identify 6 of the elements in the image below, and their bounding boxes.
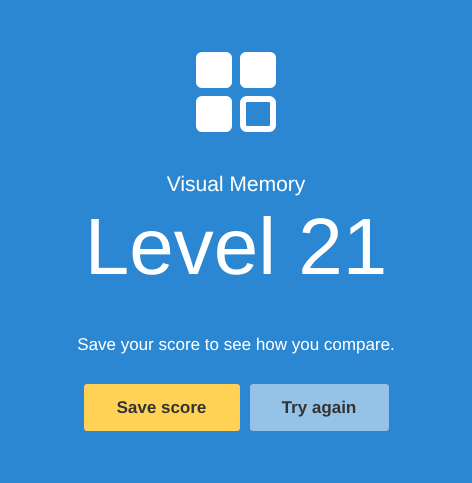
message-text: Save your score to see how you compare. bbox=[77, 334, 395, 356]
level-result: Level 21 bbox=[84, 202, 388, 292]
grid-icon bbox=[196, 52, 276, 132]
save-score-button[interactable]: Save score bbox=[84, 384, 240, 431]
try-again-button[interactable]: Try again bbox=[250, 384, 388, 431]
test-name: Visual Memory bbox=[166, 172, 306, 198]
